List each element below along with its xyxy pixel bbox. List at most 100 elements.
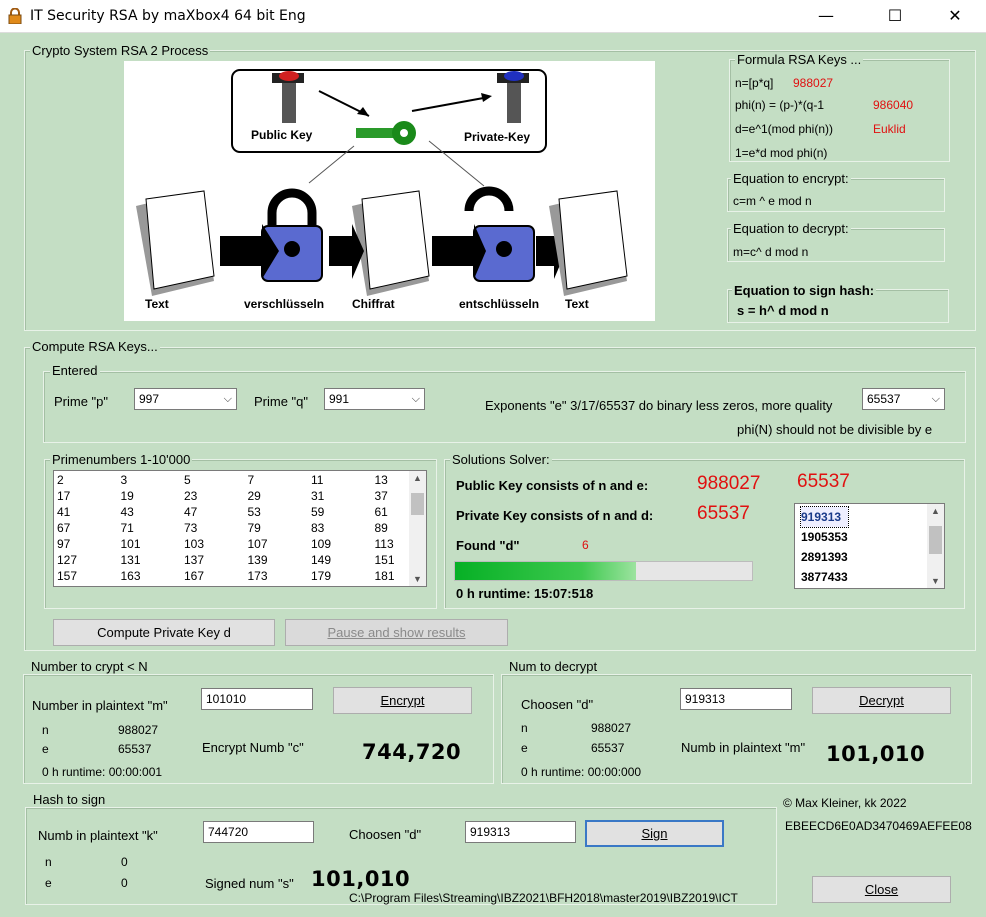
prime-cell[interactable]: 11 — [311, 473, 371, 487]
prime-cell[interactable]: 19 — [121, 489, 181, 503]
prime-cell[interactable]: 73 — [184, 521, 244, 535]
rsa-diagram-svg — [136, 69, 628, 296]
minimize-button[interactable]: — — [803, 0, 849, 32]
document-icon-1 — [136, 190, 215, 296]
chevron-down-icon[interactable]: ▼ — [409, 574, 426, 584]
crypt-n-value: 988027 — [118, 723, 159, 737]
prime-cell[interactable]: 71 — [121, 521, 181, 535]
encrypt-result: 744,720 — [362, 740, 462, 764]
maximize-button[interactable]: ☐ — [872, 0, 918, 32]
decrypt-e-value: 65537 — [591, 741, 625, 755]
prime-cell[interactable]: 139 — [248, 553, 308, 567]
hash-plaintext-input[interactable]: 744720 — [203, 821, 314, 843]
d-candidate-item[interactable]: 919313 — [800, 506, 849, 528]
formula-phi-value: 986040 — [873, 98, 914, 112]
prime-cell[interactable]: 167 — [184, 569, 244, 583]
prime-cell[interactable]: 2 — [57, 473, 117, 487]
prime-p-combo[interactable]: 997 ⌵ — [134, 388, 237, 410]
prime-cell[interactable]: 5 — [184, 473, 244, 487]
decrypt-d-label: Choosen "d" — [521, 697, 594, 712]
formula-n-label: n=[p*q] — [735, 76, 774, 90]
d-candidate-item[interactable]: 3877433 — [801, 567, 848, 587]
decrypt-label: Decrypt — [859, 693, 904, 708]
sign-button[interactable]: Sign — [585, 820, 724, 847]
public-key-label: Public Key consists of n and e: — [456, 478, 649, 493]
prime-cell[interactable]: 103 — [184, 537, 244, 551]
hash-d-input[interactable]: 919313 — [465, 821, 576, 843]
prime-cell[interactable]: 43 — [121, 505, 181, 519]
prime-cell[interactable]: 53 — [248, 505, 308, 519]
private-key-label: Private Key consists of n and d: — [456, 508, 654, 523]
compute-keys-title: Compute RSA Keys... — [30, 339, 160, 354]
prime-cell[interactable]: 107 — [248, 537, 308, 551]
public-key-n: 988027 — [697, 473, 761, 494]
prime-cell[interactable]: 59 — [311, 505, 371, 519]
prime-cell[interactable]: 47 — [184, 505, 244, 519]
crypt-plaintext-input[interactable]: 101010 — [201, 688, 313, 710]
hash-e-value: 0 — [121, 876, 128, 890]
prime-cell[interactable]: 137 — [184, 553, 244, 567]
prime-cell[interactable]: 3 — [121, 473, 181, 487]
close-button[interactable]: Close — [812, 876, 951, 903]
path-label: C:\Program Files\Streaming\IBZ2021\BFH20… — [349, 891, 738, 905]
hash-hex-label: EBEECD6E0AD3470469AEFEE08 — [785, 819, 972, 833]
prime-cell[interactable]: 163 — [121, 569, 181, 583]
chevron-up-icon[interactable]: ▲ — [409, 473, 426, 483]
prime-cell[interactable]: 29 — [248, 489, 308, 503]
compute-private-key-button[interactable]: Compute Private Key d — [53, 619, 275, 646]
pause-show-results-button[interactable]: Pause and show results — [285, 619, 508, 646]
prime-cell[interactable]: 7 — [248, 473, 308, 487]
prime-p-label: Prime "p" — [54, 394, 109, 409]
pause-show-results-label: Pause and show results — [327, 625, 466, 640]
chevron-down-icon[interactable]: ⌵ — [412, 389, 420, 409]
prime-cell[interactable]: 67 — [57, 521, 117, 535]
decrypt-equation-text: m=c^ d mod n — [733, 245, 809, 259]
prime-cell[interactable]: 157 — [57, 569, 117, 583]
scroll-thumb[interactable] — [929, 526, 942, 554]
primes-listbox[interactable]: 2 3 5 7 11 13 17 19 23 29 31 37 41 43 47 53 59 61 67 71 73 79… — [53, 470, 427, 587]
scroll-thumb[interactable] — [411, 493, 424, 515]
prime-cell[interactable]: 179 — [311, 569, 371, 583]
prime-cell[interactable]: 41 — [57, 505, 117, 519]
chevron-down-icon[interactable]: ⌵ — [932, 389, 940, 409]
primes-title: Primenumbers 1-10'000 — [50, 452, 193, 467]
exponent-combo[interactable]: 65537 ⌵ — [862, 388, 945, 410]
chevron-down-icon[interactable]: ▼ — [927, 576, 944, 586]
primes-scrollbar[interactable]: ▲ ▼ — [409, 471, 426, 586]
prime-cell[interactable]: 23 — [184, 489, 244, 503]
progress-bar — [454, 561, 753, 581]
chevron-up-icon[interactable]: ▲ — [927, 506, 944, 516]
crypto-process-title: Crypto System RSA 2 Process — [30, 43, 211, 58]
decrypt-button[interactable]: Decrypt — [812, 687, 951, 714]
chevron-down-icon[interactable]: ⌵ — [224, 389, 232, 409]
d-candidate-item[interactable]: 1905353 — [801, 527, 848, 547]
d-candidate-item[interactable]: 2891393 — [801, 547, 848, 567]
prime-p-value: 997 — [139, 392, 160, 406]
decrypt-runtime: 0 h runtime: 00:00:000 — [521, 765, 642, 779]
decrypt-n-value: 988027 — [591, 721, 632, 735]
d-candidates-scrollbar[interactable]: ▲ ▼ — [927, 504, 944, 588]
document-icon-2 — [352, 190, 430, 296]
prime-q-combo[interactable]: 991 ⌵ — [324, 388, 425, 410]
prime-cell[interactable]: 127 — [57, 553, 117, 567]
prime-cell[interactable]: 79 — [248, 521, 308, 535]
d-candidates-listbox[interactable]: 919313 1905353 2891393 3877433 ▲ ▼ — [794, 503, 945, 589]
prime-cell[interactable]: 101 — [121, 537, 181, 551]
prime-cell[interactable]: 149 — [311, 553, 371, 567]
window-title: IT Security RSA by maXbox4 64 bit Eng — [30, 8, 306, 24]
prime-cell[interactable]: 131 — [121, 553, 181, 567]
title-bar: IT Security RSA by maXbox4 64 bit Eng — … — [0, 0, 986, 33]
phi-note: phi(N) should not be divisible by e — [737, 422, 933, 437]
close-window-button[interactable]: ✕ — [932, 0, 978, 32]
decrypt-result-label: Numb in plaintext "m" — [681, 740, 806, 755]
signed-result: 101,010 — [311, 867, 411, 891]
prime-cell[interactable]: 31 — [311, 489, 371, 503]
encrypt-button[interactable]: Encrypt — [333, 687, 472, 714]
hash-n-label: n — [45, 855, 52, 869]
prime-cell[interactable]: 17 — [57, 489, 117, 503]
decrypt-d-input[interactable]: 919313 — [680, 688, 792, 710]
prime-cell[interactable]: 83 — [311, 521, 371, 535]
prime-cell[interactable]: 173 — [248, 569, 308, 583]
prime-cell[interactable]: 97 — [57, 537, 117, 551]
prime-cell[interactable]: 109 — [311, 537, 371, 551]
